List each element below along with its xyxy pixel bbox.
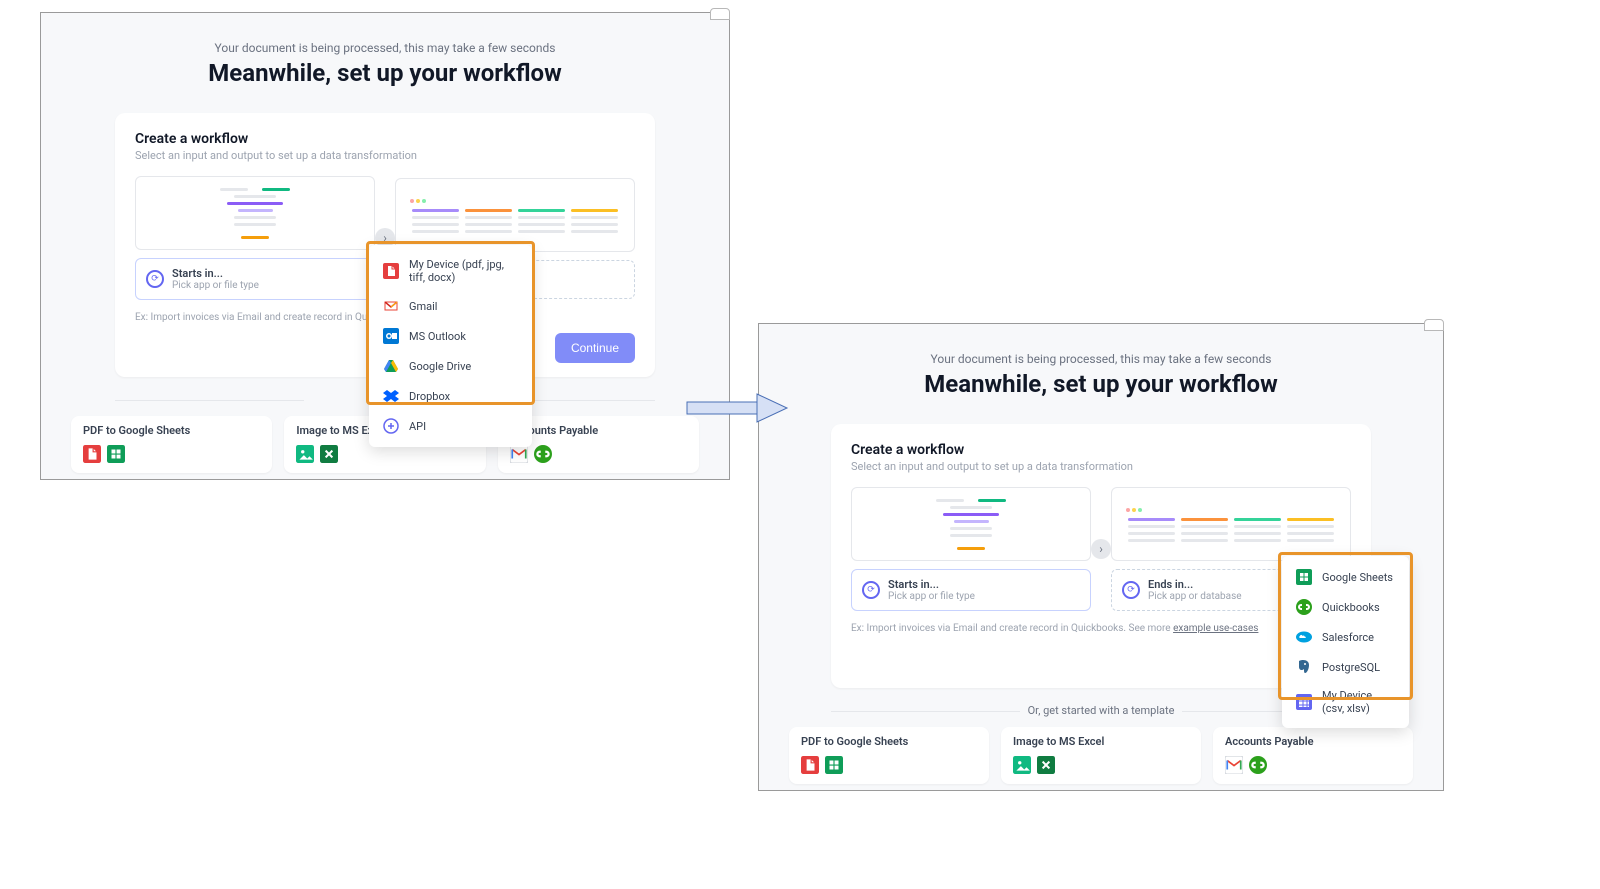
dropdown-item-outlook[interactable]: MS Outlook (369, 321, 532, 351)
template-title: Accounts Payable (1225, 735, 1401, 748)
dropdown-label: Dropbox (409, 390, 450, 403)
example-use-cases-link[interactable]: example use-cases (1173, 623, 1258, 634)
dropdown-item-csv[interactable]: My Device (csv, xlsv) (1282, 682, 1409, 722)
dropdown-label: Gmail (409, 300, 437, 313)
csv-icon (1296, 694, 1312, 710)
sheets-icon (1296, 569, 1312, 585)
window-corner-tab (1424, 319, 1444, 331)
dropdown-item-dropbox[interactable]: Dropbox (369, 381, 532, 411)
continue-button[interactable]: Continue (555, 333, 635, 363)
gmail-m-icon (510, 445, 528, 463)
outlook-icon (383, 328, 399, 344)
dropdown-item-sheets[interactable]: Google Sheets (1282, 562, 1409, 592)
template-title: PDF to Google Sheets (83, 424, 260, 437)
input-column: ⟳ Starts in... Pick app or file type (851, 487, 1091, 611)
starts-in-sub: Pick app or file type (888, 591, 975, 602)
headline: Meanwhile, set up your workflow (41, 59, 729, 87)
dropdown-item-pdf[interactable]: My Device (pdf, jpg, tiff, docx) (369, 251, 532, 291)
input-preview (135, 176, 375, 250)
dropdown-item-api[interactable]: API (369, 411, 532, 441)
template-title: Image to MS Excel (1013, 735, 1189, 748)
pdf-icon (383, 263, 399, 279)
dropdown-label: API (409, 420, 426, 433)
starts-in-icon: ⟳ (146, 270, 164, 288)
window-corner-tab (710, 8, 730, 20)
api-icon (383, 418, 399, 434)
image-icon (296, 445, 314, 463)
ends-in-title: Ends in... (1148, 578, 1242, 591)
dropdown-label: MS Outlook (409, 330, 466, 343)
gmail-m-icon (1225, 756, 1243, 774)
sheets-icon (107, 445, 125, 463)
dropdown-item-quickbooks[interactable]: Quickbooks (1282, 592, 1409, 622)
card-title: Create a workflow (851, 442, 1351, 458)
quickbooks-icon (1249, 756, 1267, 774)
template-card-0[interactable]: PDF to Google Sheets (789, 727, 989, 784)
quickbooks-icon (1296, 599, 1312, 615)
image-icon (1013, 756, 1031, 774)
input-preview (851, 487, 1091, 561)
dropdown-label: My Device (pdf, jpg, tiff, docx) (409, 258, 518, 284)
template-card-1[interactable]: Image to MS Excel (1001, 727, 1201, 784)
ends-in-icon: ⟳ (1122, 581, 1140, 599)
processing-text: Your document is being processed, this m… (41, 41, 729, 55)
template-list: PDF to Google Sheets Image to MS Excel Acc… (759, 727, 1443, 802)
excel-icon (1037, 756, 1055, 774)
dropdown-item-salesforce[interactable]: Salesforce (1282, 622, 1409, 652)
dropdown-item-drive[interactable]: Google Drive (369, 351, 532, 381)
postgres-icon (1296, 659, 1312, 675)
processing-text: Your document is being processed, this m… (759, 352, 1443, 366)
gmail-icon (383, 298, 399, 314)
dropdown-label: Quickbooks (1322, 601, 1380, 614)
ends-in-sub: Pick app or database (1148, 591, 1242, 602)
pdf-icon (83, 445, 101, 463)
output-destination-dropdown: Google Sheets Quickbooks Salesforce Postgre… (1282, 556, 1409, 728)
flow-arrow-icon: › (1091, 539, 1111, 559)
drive-icon (383, 358, 399, 374)
excel-icon (320, 445, 338, 463)
sheets-icon (825, 756, 843, 774)
starts-in-sub: Pick app or file type (172, 280, 259, 291)
quickbooks-icon (534, 445, 552, 463)
dropdown-label: Google Drive (409, 360, 471, 373)
card-subtitle: Select an input and output to set up a d… (851, 460, 1351, 473)
panel-header: Your document is being processed, this m… (41, 13, 729, 87)
output-preview (1111, 487, 1351, 561)
input-source-dropdown: My Device (pdf, jpg, tiff, docx) Gmail MS … (369, 245, 532, 447)
panel-header: Your document is being processed, this m… (759, 324, 1443, 398)
template-card-2[interactable]: Accounts Payable (1213, 727, 1413, 784)
output-preview (395, 178, 635, 252)
dropbox-icon (383, 388, 399, 404)
transition-arrow-icon (683, 388, 793, 428)
workflow-panel-input-state: Your document is being processed, this m… (40, 12, 730, 480)
dropdown-label: Salesforce (1322, 631, 1374, 644)
starts-in-title: Starts in... (172, 267, 259, 280)
dropdown-label: PostgreSQL (1322, 661, 1380, 674)
template-title: PDF to Google Sheets (801, 735, 977, 748)
card-subtitle: Select an input and output to set up a d… (135, 149, 635, 162)
salesforce-icon (1296, 629, 1312, 645)
starts-in-picker[interactable]: ⟳ Starts in... Pick app or file type (135, 258, 375, 300)
card-title: Create a workflow (135, 131, 635, 147)
input-column: ⟳ Starts in... Pick app or file type (135, 176, 375, 300)
template-title: Accounts Payable (510, 424, 687, 437)
starts-in-icon: ⟳ (862, 581, 880, 599)
starts-in-title: Starts in... (888, 578, 975, 591)
dropdown-item-postgres[interactable]: PostgreSQL (1282, 652, 1409, 682)
dropdown-item-gmail[interactable]: Gmail (369, 291, 532, 321)
pdf-icon (801, 756, 819, 774)
dropdown-label: Google Sheets (1322, 571, 1393, 584)
template-card-0[interactable]: PDF to Google Sheets (71, 416, 272, 473)
workflow-panel-output-state: Your document is being processed, this m… (758, 323, 1444, 791)
starts-in-picker[interactable]: ⟳ Starts in... Pick app or file type (851, 569, 1091, 611)
headline: Meanwhile, set up your workflow (759, 370, 1443, 398)
example-line: Ex: Import invoices via Email and create… (851, 623, 1351, 634)
dropdown-label: My Device (csv, xlsv) (1322, 689, 1395, 715)
